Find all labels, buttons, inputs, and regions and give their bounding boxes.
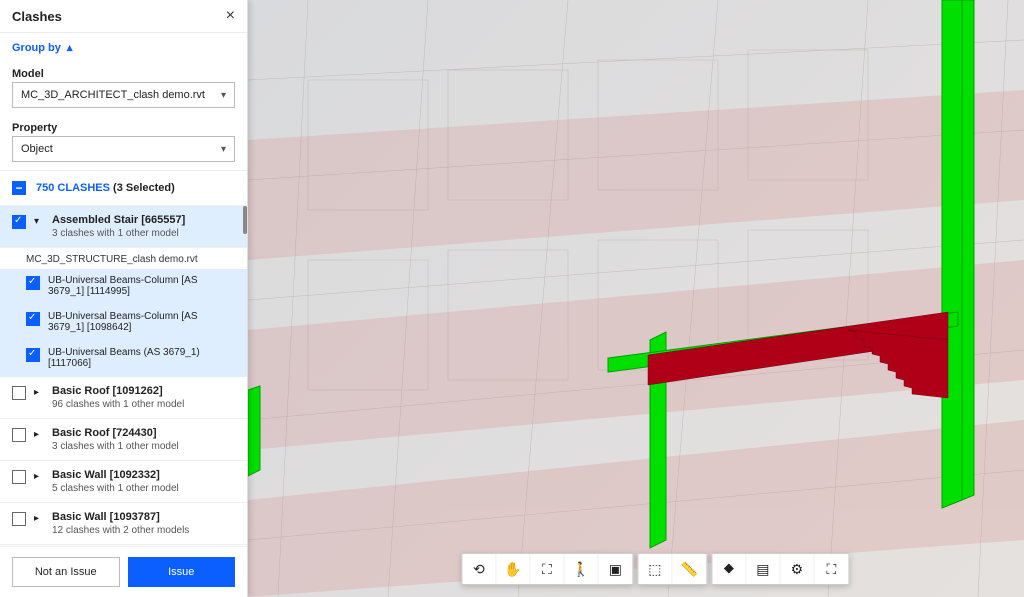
model-svg — [248, 0, 1024, 597]
indeterminate-checkbox[interactable]: − — [12, 181, 26, 195]
clash-child-row[interactable]: UB-Universal Beams (AS 3679_1) [1117066] — [0, 341, 247, 377]
group-subtitle: 5 clashes with 1 other model — [52, 483, 235, 494]
checkbox[interactable] — [12, 386, 26, 400]
child-model-label: MC_3D_STRUCTURE_clash demo.rvt — [0, 248, 247, 269]
model-select[interactable]: MC_3D_ARCHITECT_clash demo.rvt ▾ — [12, 82, 235, 108]
child-title: UB-Universal Beams (AS 3679_1) [1117066] — [48, 347, 235, 369]
model-value: MC_3D_ARCHITECT_clash demo.rvt — [21, 89, 205, 101]
not-an-issue-button[interactable]: Not an Issue — [12, 557, 120, 587]
checkbox[interactable] — [26, 276, 40, 290]
settings-icon[interactable]: ⚙ — [780, 554, 814, 584]
model-viewport[interactable]: ⟲ ✋ ⛶ 🚶 ▣ ⬚ 📏 ⯁ ▤ ⚙ ⛶ — [248, 0, 1024, 597]
scrollbar-thumb[interactable] — [243, 206, 247, 234]
checkbox[interactable] — [12, 512, 26, 526]
group-title: Basic Wall [1093787] — [52, 511, 235, 523]
section-icon[interactable]: ▣ — [598, 554, 632, 584]
group-title: Basic Wall [1092332] — [52, 469, 235, 481]
orbit-icon[interactable]: ⟲ — [462, 554, 496, 584]
walk-icon[interactable]: 🚶 — [564, 554, 598, 584]
child-title: UB-Universal Beams-Column [AS 3679_1] [1… — [48, 275, 235, 297]
cube-icon[interactable]: ⬚ — [638, 554, 672, 584]
model-label: Model — [0, 62, 247, 82]
close-icon[interactable]: × — [226, 8, 235, 24]
group-by-toggle[interactable]: Group by ▴ — [0, 33, 247, 62]
checkbox[interactable] — [12, 428, 26, 442]
checkbox[interactable] — [12, 215, 26, 229]
chevron-right-icon[interactable]: ▸ — [34, 471, 44, 482]
viewer-toolbar: ⟲ ✋ ⛶ 🚶 ▣ ⬚ 📏 ⯁ ▤ ⚙ ⛶ — [461, 553, 849, 585]
issue-button[interactable]: Issue — [128, 557, 236, 587]
fullscreen-icon[interactable]: ⛶ — [814, 554, 848, 584]
group-subtitle: 96 clashes with 1 other model — [52, 399, 235, 410]
chevron-down-icon: ▾ — [221, 144, 226, 155]
sheets-icon[interactable]: ▤ — [746, 554, 780, 584]
group-title: Basic Roof [724430] — [52, 427, 235, 439]
footer-actions: Not an Issue Issue — [0, 547, 247, 597]
pan-icon[interactable]: ✋ — [496, 554, 530, 584]
chevron-down-icon[interactable]: ▾ — [34, 216, 44, 227]
measure-icon[interactable]: 📏 — [672, 554, 706, 584]
group-title: Basic Roof [1091262] — [52, 385, 235, 397]
child-title: UB-Universal Beams-Column [AS 3679_1] [1… — [48, 311, 235, 333]
chevron-down-icon: ▾ — [221, 90, 226, 101]
checkbox[interactable] — [12, 470, 26, 484]
chevron-right-icon[interactable]: ▸ — [34, 429, 44, 440]
fit-view-icon[interactable]: ⛶ — [530, 554, 564, 584]
selected-count: (3 Selected) — [113, 182, 175, 194]
clash-group-row[interactable]: ▸ Basic Wall [1093787] 12 clashes with 2… — [0, 503, 247, 545]
group-title: Assembled Stair [665557] — [52, 214, 235, 226]
property-value: Object — [21, 143, 53, 155]
clash-group-row[interactable]: ▸ Basic Wall [1092332] 5 clashes with 1 … — [0, 461, 247, 503]
clashes-panel: Clashes × Group by ▴ Model MC_3D_ARCHITE… — [0, 0, 248, 597]
property-label: Property — [0, 116, 247, 136]
checkbox[interactable] — [26, 348, 40, 362]
model-tree-icon[interactable]: ⯁ — [712, 554, 746, 584]
group-subtitle: 12 clashes with 2 other models — [52, 525, 235, 536]
clash-group-row[interactable]: ▸ Basic Roof [1091262] 96 clashes with 1… — [0, 377, 247, 419]
group-subtitle: 3 clashes with 1 other model — [52, 441, 235, 452]
clash-group-row[interactable]: ▾ Assembled Stair [665557] 3 clashes wit… — [0, 206, 247, 248]
property-select[interactable]: Object ▾ — [12, 136, 235, 162]
group-by-label: Group by — [12, 42, 61, 54]
clash-child-row[interactable]: UB-Universal Beams-Column [AS 3679_1] [1… — [0, 305, 247, 341]
group-subtitle: 3 clashes with 1 other model — [52, 228, 235, 239]
panel-title: Clashes — [12, 9, 62, 24]
chevron-right-icon[interactable]: ▸ — [34, 387, 44, 398]
chevron-right-icon[interactable]: ▸ — [34, 513, 44, 524]
checkbox[interactable] — [26, 312, 40, 326]
clash-count: 750 CLASHES — [36, 182, 110, 194]
clash-group-row[interactable]: ▸ Basic Roof [724430] 3 clashes with 1 o… — [0, 419, 247, 461]
clash-list[interactable]: ▾ Assembled Stair [665557] 3 clashes wit… — [0, 206, 247, 547]
clash-child-row[interactable]: UB-Universal Beams-Column [AS 3679_1] [1… — [0, 269, 247, 305]
chevron-up-icon: ▴ — [67, 41, 73, 54]
clash-summary: − 750 CLASHES (3 Selected) — [0, 170, 247, 206]
